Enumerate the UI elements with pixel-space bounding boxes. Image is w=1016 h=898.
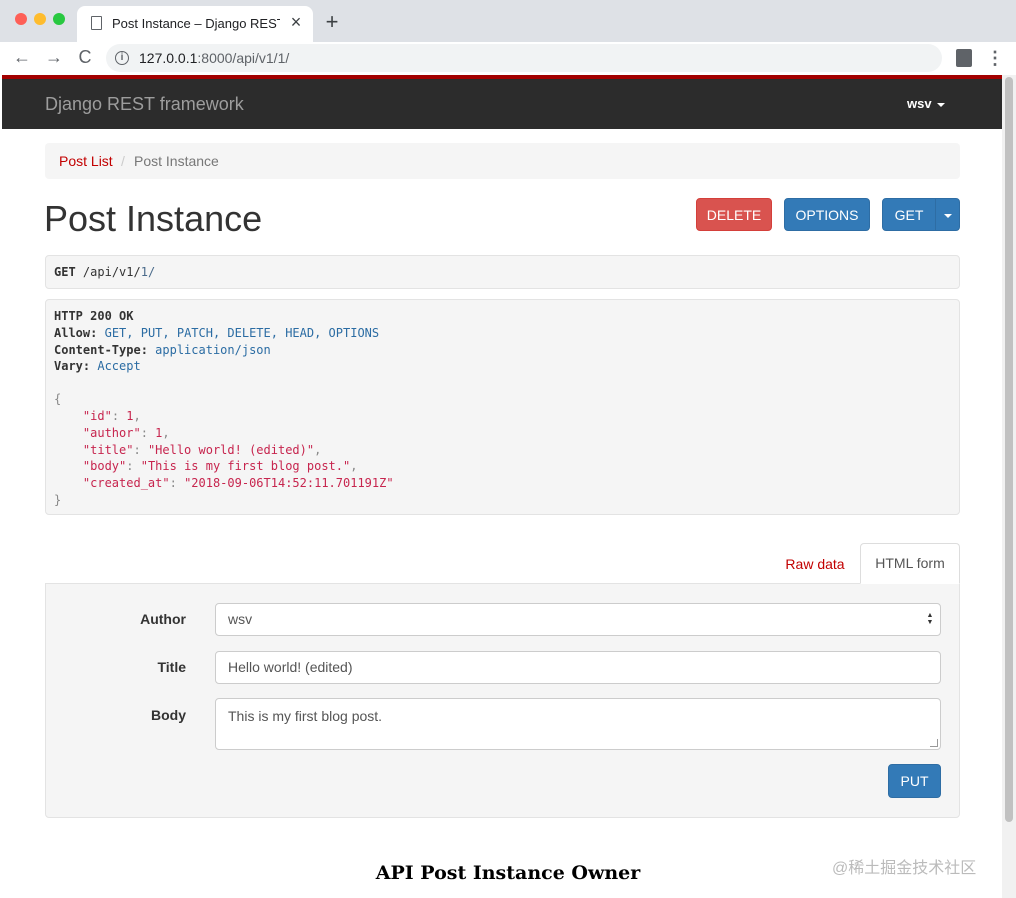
json-key: "author" [82, 425, 141, 440]
header-value: application/json [155, 342, 271, 357]
header-value: GET, PUT, PATCH, DELETE, HEAD, OPTIONS [104, 325, 380, 340]
window-close-button[interactable] [15, 13, 27, 25]
json-separator: , [133, 408, 141, 423]
forward-arrow-icon[interactable]: → [42, 45, 66, 69]
window-minimize-button[interactable] [34, 13, 46, 25]
breadcrumb-current: Post Instance [134, 153, 219, 169]
navbar: Django REST framework wsv [2, 79, 1002, 129]
json-close-brace: } [54, 492, 62, 507]
json-field: "title": "Hello world! (edited)", [82, 442, 322, 457]
header-key: Content-Type: [54, 342, 148, 357]
breadcrumb: Post List / Post Instance [45, 143, 960, 179]
json-field: "body": "This is my first blog post.", [82, 459, 358, 474]
url-host: 127.0.0.1 [139, 50, 198, 66]
resize-grip-icon[interactable] [930, 739, 938, 747]
request-path: /api/v1/1/ [83, 265, 155, 279]
options-button[interactable]: OPTIONS [784, 198, 870, 231]
get-format-dropdown[interactable] [935, 198, 960, 231]
json-field: "author": 1, [82, 425, 170, 440]
new-tab-button[interactable]: + [320, 10, 344, 34]
page-icon [91, 16, 102, 30]
request-path-id-link[interactable]: 1 [141, 265, 148, 279]
author-select[interactable]: wsv ▲ ▼ [215, 603, 941, 636]
tab-raw-data[interactable]: Raw data [776, 545, 854, 583]
header-key: Vary: [54, 359, 91, 374]
json-separator: , [314, 442, 322, 457]
response-status: HTTP 200 OK [54, 309, 134, 323]
title-input[interactable]: Hello world! (edited) [215, 651, 941, 684]
response-panel: HTTP 200 OK Allow: GET, PUT, PATCH, DELE… [45, 299, 960, 515]
caret-down-icon [943, 214, 952, 219]
browser-menu-icon[interactable]: ⋮ [986, 46, 1004, 70]
breadcrumb-post-list-link[interactable]: Post List [59, 153, 113, 169]
json-open-brace: { [54, 392, 62, 407]
page-title: Post Instance [44, 198, 263, 239]
caret-down-icon [936, 102, 945, 107]
user-name: wsv [907, 96, 932, 111]
browser-toolbar: ← → C i 127.0.0.1:8000/api/v1/1/ ⋮ [0, 42, 1016, 75]
scrollbar-thumb[interactable] [1005, 77, 1013, 822]
request-info: GET /api/v1/1/ [45, 255, 960, 289]
json-key: "body" [82, 459, 127, 474]
browser-tab-strip: Post Instance – Django REST f × + [0, 0, 1016, 42]
title-label: Title [157, 659, 186, 675]
brand-link[interactable]: Django REST framework [45, 94, 244, 115]
user-dropdown[interactable]: wsv [907, 96, 945, 111]
body-textarea[interactable]: This is my first blog post. [215, 698, 941, 750]
json-value: "Hello world! (edited)" [147, 442, 315, 457]
browser-tab-title: Post Instance – Django REST f [112, 16, 280, 31]
json-separator: , [350, 459, 358, 474]
breadcrumb-separator: / [121, 153, 125, 169]
body-textarea-value: This is my first blog post. [228, 708, 383, 724]
get-button[interactable]: GET [882, 198, 936, 231]
json-key: "id" [82, 408, 112, 423]
url-path: :8000/api/v1/1/ [197, 50, 290, 66]
address-bar[interactable]: i 127.0.0.1:8000/api/v1/1/ [106, 44, 942, 72]
address-bar-url: 127.0.0.1:8000/api/v1/1/ [139, 50, 289, 66]
json-value: "This is my first blog post." [140, 459, 351, 474]
json-field: "created_at": "2018-09-06T14:52:11.70119… [82, 476, 394, 491]
json-key: "created_at" [82, 476, 170, 491]
watermark: @稀土掘金技术社区 [832, 860, 977, 877]
response-header-content-type: Content-Type: application/json [54, 342, 951, 359]
header-key: Allow: [54, 325, 98, 340]
response-header-vary: Vary: Accept [54, 358, 951, 375]
header-value: Accept [97, 359, 141, 374]
author-select-value: wsv [228, 611, 253, 627]
reload-icon[interactable]: C [73, 45, 97, 69]
request-path-suffix[interactable]: / [148, 265, 155, 279]
tab-close-icon[interactable]: × [286, 12, 306, 32]
browser-tab[interactable]: Post Instance – Django REST f × [77, 6, 313, 42]
author-label: Author [140, 611, 186, 627]
select-arrows-icon: ▲ ▼ [926, 612, 934, 626]
clipboard-extension-icon[interactable] [956, 49, 972, 67]
window-maximize-button[interactable] [53, 13, 65, 25]
request-path-prefix: /api/v1/ [82, 265, 141, 279]
response-header-allow: Allow: GET, PUT, PATCH, DELETE, HEAD, OP… [54, 325, 951, 342]
json-field: "id": 1, [82, 408, 141, 423]
json-value: 1 [126, 408, 134, 423]
json-value: "2018-09-06T14:52:11.701191Z" [184, 476, 394, 491]
json-key: "title" [82, 442, 134, 457]
delete-button[interactable]: DELETE [696, 198, 772, 231]
html-form: Author wsv ▲ ▼ Title Hello world! (edited… [45, 583, 960, 818]
tab-html-form[interactable]: HTML form [860, 543, 960, 584]
request-method: GET [54, 265, 76, 279]
page-scrollbar[interactable] [1002, 75, 1016, 898]
json-separator: , [162, 425, 170, 440]
info-icon[interactable]: i [115, 51, 129, 65]
back-arrow-icon[interactable]: ← [10, 45, 34, 69]
body-label: Body [151, 707, 186, 723]
put-button[interactable]: PUT [888, 764, 941, 798]
